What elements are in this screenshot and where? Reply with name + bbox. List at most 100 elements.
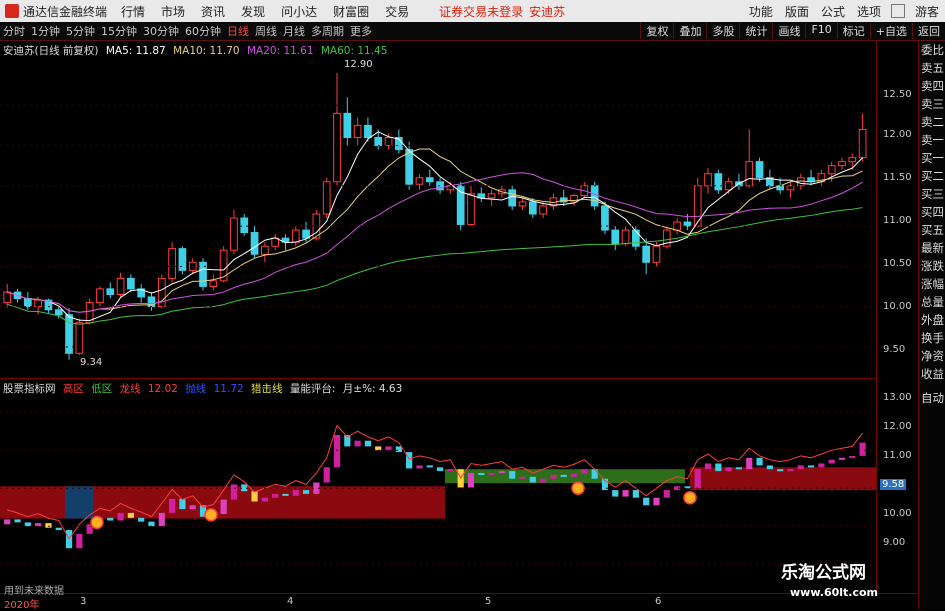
multi-stock-button[interactable]: 多股 bbox=[706, 23, 739, 39]
candle-body bbox=[858, 128, 867, 159]
ma60-value: MA60: 11.45 bbox=[320, 45, 388, 57]
sidebar-item-ask5[interactable]: 卖五 bbox=[919, 59, 945, 77]
stock-name-title: 安迪苏 bbox=[529, 4, 566, 19]
menu-quotes[interactable]: 行情 bbox=[121, 3, 145, 20]
menu-wealth[interactable]: 财富圈 bbox=[333, 3, 369, 20]
tab-intraday[interactable]: 分时 bbox=[3, 23, 25, 39]
sidebar-item-bid4[interactable]: 买四 bbox=[919, 203, 945, 221]
sidebar-item-ratio[interactable]: 委比 bbox=[919, 41, 945, 59]
indicator-bar bbox=[406, 452, 413, 469]
menu-layout[interactable]: 版面 bbox=[785, 3, 809, 20]
candle-body bbox=[178, 248, 187, 271]
sidebar-item-ask3[interactable]: 卖三 bbox=[919, 95, 945, 113]
candle-body bbox=[745, 161, 754, 187]
mark-button[interactable]: 标记 bbox=[836, 23, 870, 39]
indicator-bar bbox=[179, 498, 186, 510]
indicator-bar bbox=[158, 512, 165, 527]
adjust-button[interactable]: 复权 bbox=[640, 23, 673, 39]
tab-30min[interactable]: 30分钟 bbox=[143, 23, 179, 39]
f10-button[interactable]: F10 bbox=[805, 23, 836, 39]
indicator-bar bbox=[138, 517, 145, 522]
candle-body bbox=[621, 229, 630, 245]
sidebar-item-ask4[interactable]: 卖四 bbox=[919, 77, 945, 95]
sidebar-item-turnover[interactable]: 换手 bbox=[919, 329, 945, 347]
candlestick-panel[interactable]: 安迪苏(日线 前复权) MA5: 11.87 MA10: 11.70 MA20:… bbox=[0, 41, 876, 378]
future-data-hint: 用到未来数据 bbox=[4, 586, 64, 597]
sidebar-item-last[interactable]: 最新 bbox=[919, 239, 945, 257]
tab-1min[interactable]: 1分钟 bbox=[31, 23, 60, 39]
menu-function[interactable]: 功能 bbox=[749, 3, 773, 20]
tab-more[interactable]: 更多 bbox=[350, 23, 372, 39]
high-zone-label: 高区 bbox=[62, 383, 84, 395]
indicator-panel[interactable]: 股票指标网 高区 低区 龙线 12.02 抛线 11.72 猎击线 量能评台: … bbox=[0, 378, 876, 594]
candle-body bbox=[116, 277, 125, 296]
ma20-value: MA20: 11.61 bbox=[246, 45, 314, 57]
indicator-bar bbox=[333, 435, 341, 468]
sidebar-item-change[interactable]: 涨跌 bbox=[919, 257, 945, 275]
sidebar-item-bid5[interactable]: 买五 bbox=[919, 221, 945, 239]
menu-options[interactable]: 选项 bbox=[857, 3, 881, 20]
guest-user[interactable]: 游客 bbox=[915, 3, 939, 20]
tab-daily[interactable]: 日线 bbox=[227, 23, 249, 39]
sidebar-item-bid3[interactable]: 买三 bbox=[919, 185, 945, 203]
indicator-chart[interactable] bbox=[0, 379, 876, 594]
candle-body bbox=[425, 177, 434, 183]
menu-discover[interactable]: 发现 bbox=[241, 3, 265, 20]
watermark-url: www.60lt.com bbox=[790, 586, 879, 599]
tab-60min[interactable]: 60分钟 bbox=[185, 23, 221, 39]
candlestick-chart[interactable] bbox=[0, 41, 876, 378]
sidebar-item-volume[interactable]: 总量 bbox=[919, 293, 945, 311]
indicator-bar bbox=[498, 471, 505, 474]
indicator-bar bbox=[14, 519, 21, 523]
window-control-icon[interactable] bbox=[890, 4, 905, 18]
indicator-bar bbox=[375, 446, 382, 451]
sidebar-item-ask1[interactable]: 卖一 bbox=[919, 131, 945, 149]
add-watchlist-button[interactable]: +自选 bbox=[869, 23, 912, 39]
candle-body bbox=[54, 309, 63, 316]
tab-15min[interactable]: 15分钟 bbox=[101, 23, 137, 39]
indicator-bar bbox=[189, 505, 196, 510]
tab-multi-period[interactable]: 多周期 bbox=[311, 23, 344, 39]
sidebar-item-bid2[interactable]: 买二 bbox=[919, 167, 945, 185]
main-chart-title: 安迪苏(日线 前复权) bbox=[3, 45, 99, 57]
date-tick: 3 bbox=[80, 596, 87, 607]
menu-news[interactable]: 资讯 bbox=[201, 3, 225, 20]
ma5-line bbox=[7, 131, 863, 322]
tab-5min[interactable]: 5分钟 bbox=[66, 23, 95, 39]
candle-body bbox=[96, 288, 104, 304]
menu-formula[interactable]: 公式 bbox=[821, 3, 845, 20]
sidebar-item-eps[interactable]: 收益 bbox=[919, 365, 945, 383]
indicator-bar bbox=[540, 478, 547, 483]
sidebar-item-nav[interactable]: 净资 bbox=[919, 347, 945, 365]
candle-body bbox=[590, 185, 599, 207]
indicator-bar bbox=[302, 490, 310, 494]
candle-body bbox=[261, 245, 269, 255]
menu-market[interactable]: 市场 bbox=[161, 3, 185, 20]
sidebar-item-ask2[interactable]: 卖二 bbox=[919, 113, 945, 131]
indicator-bar bbox=[436, 467, 444, 472]
sidebar-item-bid1[interactable]: 买一 bbox=[919, 149, 945, 167]
indicator-title: 股票指标网 bbox=[3, 383, 56, 395]
candle-body bbox=[405, 149, 413, 185]
tab-monthly[interactable]: 月线 bbox=[283, 23, 305, 39]
candle-body bbox=[838, 161, 846, 167]
candle-body bbox=[714, 173, 723, 191]
axis-tick: 12.50 bbox=[883, 89, 912, 100]
indicator-bar bbox=[663, 490, 670, 498]
sidebar-item-change-pct[interactable]: 涨幅 bbox=[919, 275, 945, 293]
tab-weekly[interactable]: 周线 bbox=[255, 23, 277, 39]
stats-button[interactable]: 统计 bbox=[739, 23, 772, 39]
indicator-bar bbox=[45, 523, 52, 528]
overlay-button[interactable]: 叠加 bbox=[673, 23, 706, 39]
back-button[interactable]: 返回 bbox=[912, 23, 945, 39]
indicator-bar bbox=[643, 497, 650, 506]
mid-line-label: 抛线 bbox=[185, 383, 207, 395]
watermark: 乐淘公式网 www.60lt.com bbox=[768, 556, 918, 606]
sidebar-item-outer[interactable]: 外盘 bbox=[919, 311, 945, 329]
draw-button[interactable]: 画线 bbox=[772, 23, 805, 39]
menu-ask[interactable]: 问小达 bbox=[281, 3, 317, 20]
menu-trade[interactable]: 交易 bbox=[385, 3, 409, 20]
login-notice[interactable]: 证券交易未登录 bbox=[439, 3, 523, 20]
indicator-bar bbox=[519, 476, 526, 479]
sidebar-item-auto[interactable]: 自动 bbox=[919, 389, 945, 407]
